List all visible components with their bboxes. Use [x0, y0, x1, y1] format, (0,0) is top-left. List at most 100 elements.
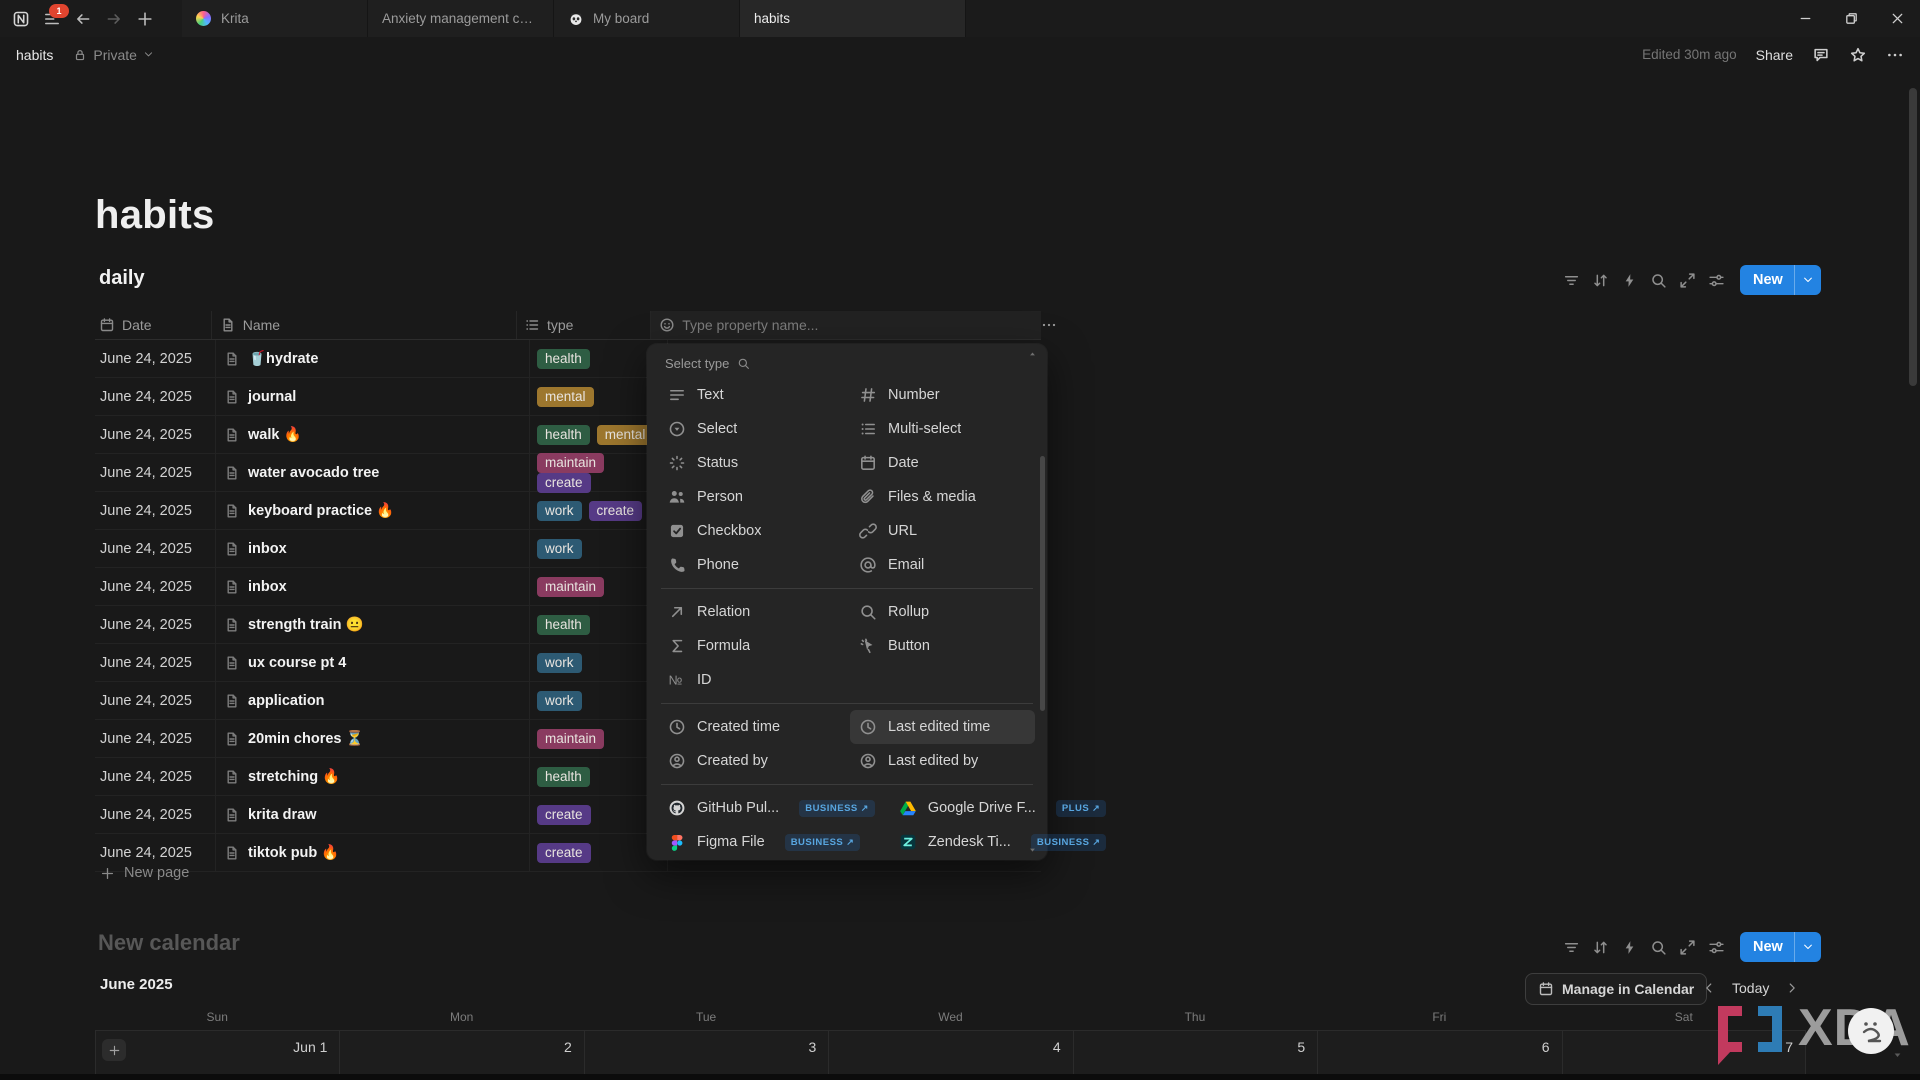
expand-icon[interactable]: [1679, 272, 1696, 289]
menu-item-files-media[interactable]: Files & media: [850, 480, 1035, 514]
zap-icon[interactable]: [1621, 272, 1638, 289]
calendar-cell[interactable]: 6: [1317, 1030, 1561, 1080]
calendar-cell[interactable]: 3: [584, 1030, 828, 1080]
menu-item-rollup[interactable]: Rollup: [850, 595, 1035, 629]
date-cell[interactable]: June 24, 2025: [95, 758, 216, 795]
date-cell[interactable]: June 24, 2025: [95, 340, 216, 377]
menu-item-url[interactable]: URL: [850, 514, 1035, 548]
calendar-cell[interactable]: 4: [828, 1030, 1072, 1080]
name-cell[interactable]: application: [216, 682, 530, 719]
add-column-button[interactable]: [1036, 313, 1062, 337]
expand-icon[interactable]: [1679, 939, 1696, 956]
name-cell[interactable]: walk 🔥: [216, 416, 530, 453]
back-button[interactable]: [74, 10, 92, 28]
menu-item-select[interactable]: Select: [659, 412, 844, 446]
date-cell[interactable]: June 24, 2025: [95, 378, 216, 415]
new-event-button[interactable]: New: [1740, 932, 1821, 962]
today-button[interactable]: Today: [1726, 980, 1775, 996]
name-cell[interactable]: 🥤hydrate: [216, 340, 530, 377]
menu-item-figma-file[interactable]: Figma FileBUSINESS↗: [659, 825, 884, 859]
sidebar-toggle-button[interactable]: 1: [43, 10, 61, 28]
zap-icon[interactable]: [1621, 939, 1638, 956]
menu-scrollbar[interactable]: [1040, 456, 1045, 711]
tab-my-board[interactable]: My board: [554, 0, 740, 37]
menu-item-person[interactable]: Person: [659, 480, 844, 514]
maximize-button[interactable]: [1828, 0, 1874, 37]
sort-icon[interactable]: [1592, 939, 1609, 956]
menu-item-id[interactable]: №ID: [659, 663, 844, 697]
menu-item-button[interactable]: Button: [850, 629, 1035, 663]
menu-item-relation[interactable]: Relation: [659, 595, 844, 629]
calendar-title[interactable]: New calendar: [98, 930, 240, 956]
menu-item-date[interactable]: Date: [850, 446, 1035, 480]
tab-anxiety-management[interactable]: Anxiety management cour...: [368, 0, 554, 37]
date-cell[interactable]: June 24, 2025: [95, 492, 216, 529]
calendar-cell[interactable]: Jun 1: [95, 1030, 339, 1080]
breadcrumb[interactable]: habits: [16, 47, 53, 63]
column-header-type[interactable]: type: [517, 311, 651, 339]
filter-icon[interactable]: [1563, 939, 1580, 956]
menu-item-created-time[interactable]: Created time: [659, 710, 844, 744]
menu-item-email[interactable]: Email: [850, 548, 1035, 582]
name-cell[interactable]: inbox: [216, 530, 530, 567]
date-cell[interactable]: June 24, 2025: [95, 682, 216, 719]
name-cell[interactable]: inbox: [216, 568, 530, 605]
new-property-name-input[interactable]: Type property name...: [651, 311, 1041, 339]
minimize-button[interactable]: [1782, 0, 1828, 37]
calendar-cell[interactable]: 2: [339, 1030, 583, 1080]
name-cell[interactable]: krita draw: [216, 796, 530, 833]
page-scrollbar[interactable]: [1909, 88, 1917, 386]
menu-item-zendesk-ti[interactable]: Zendesk Ti...BUSINESS↗: [890, 825, 1116, 859]
menu-item-text[interactable]: Text: [659, 378, 844, 412]
menu-item-last-edited-time[interactable]: Last edited time: [850, 710, 1035, 744]
page-title[interactable]: habits: [95, 193, 215, 238]
share-button[interactable]: Share: [1756, 47, 1793, 63]
menu-item-last-edited-by[interactable]: Last edited by: [850, 744, 1035, 778]
menu-item-created-by[interactable]: Created by: [659, 744, 844, 778]
filter-icon[interactable]: [1563, 272, 1580, 289]
calendar-cell[interactable]: 5: [1073, 1030, 1317, 1080]
favorite-button[interactable]: [1849, 46, 1867, 64]
date-cell[interactable]: June 24, 2025: [95, 720, 216, 757]
menu-item-google-drive-f[interactable]: Google Drive F...PLUS↗: [890, 791, 1116, 825]
menu-item-number[interactable]: Number: [850, 378, 1035, 412]
search-icon[interactable]: [1650, 272, 1667, 289]
name-cell[interactable]: keyboard practice 🔥: [216, 492, 530, 529]
name-cell[interactable]: journal: [216, 378, 530, 415]
manage-in-calendar-button[interactable]: Manage in Calendar: [1525, 973, 1707, 1005]
new-page-button[interactable]: New page: [95, 858, 1046, 888]
calendar-month-label[interactable]: June 2025: [100, 976, 173, 993]
menu-item-github-pul[interactable]: GitHub Pul...BUSINESS↗: [659, 791, 884, 825]
add-event-button[interactable]: [102, 1039, 126, 1061]
date-cell[interactable]: June 24, 2025: [95, 530, 216, 567]
search-icon[interactable]: [1650, 939, 1667, 956]
date-cell[interactable]: June 24, 2025: [95, 606, 216, 643]
sliders-icon[interactable]: [1708, 272, 1725, 289]
comments-button[interactable]: [1812, 46, 1830, 64]
date-cell[interactable]: June 24, 2025: [95, 454, 216, 491]
column-header-name[interactable]: Name: [212, 311, 517, 339]
menu-item-multi-select[interactable]: Multi-select: [850, 412, 1035, 446]
new-tab-button[interactable]: [136, 10, 154, 28]
privacy-dropdown[interactable]: Private: [73, 47, 154, 63]
date-cell[interactable]: June 24, 2025: [95, 568, 216, 605]
new-row-button[interactable]: New: [1740, 265, 1821, 295]
menu-item-status[interactable]: Status: [659, 446, 844, 480]
name-cell[interactable]: water avocado tree: [216, 454, 530, 491]
tab-habits[interactable]: habits: [740, 0, 966, 37]
name-cell[interactable]: strength train 😐: [216, 606, 530, 643]
database-title-daily[interactable]: daily: [99, 267, 145, 290]
new-button-dropdown[interactable]: [1795, 265, 1821, 295]
more-options-button[interactable]: [1886, 46, 1904, 64]
forward-button[interactable]: [105, 10, 123, 28]
column-header-date[interactable]: Date: [95, 311, 212, 339]
date-cell[interactable]: June 24, 2025: [95, 416, 216, 453]
name-cell[interactable]: 20min chores ⏳: [216, 720, 530, 757]
menu-item-checkbox[interactable]: Checkbox: [659, 514, 844, 548]
sort-icon[interactable]: [1592, 272, 1609, 289]
name-cell[interactable]: stretching 🔥: [216, 758, 530, 795]
next-month-button[interactable]: [1785, 981, 1799, 995]
date-cell[interactable]: June 24, 2025: [95, 796, 216, 833]
menu-item-phone[interactable]: Phone: [659, 548, 844, 582]
sliders-icon[interactable]: [1708, 939, 1725, 956]
